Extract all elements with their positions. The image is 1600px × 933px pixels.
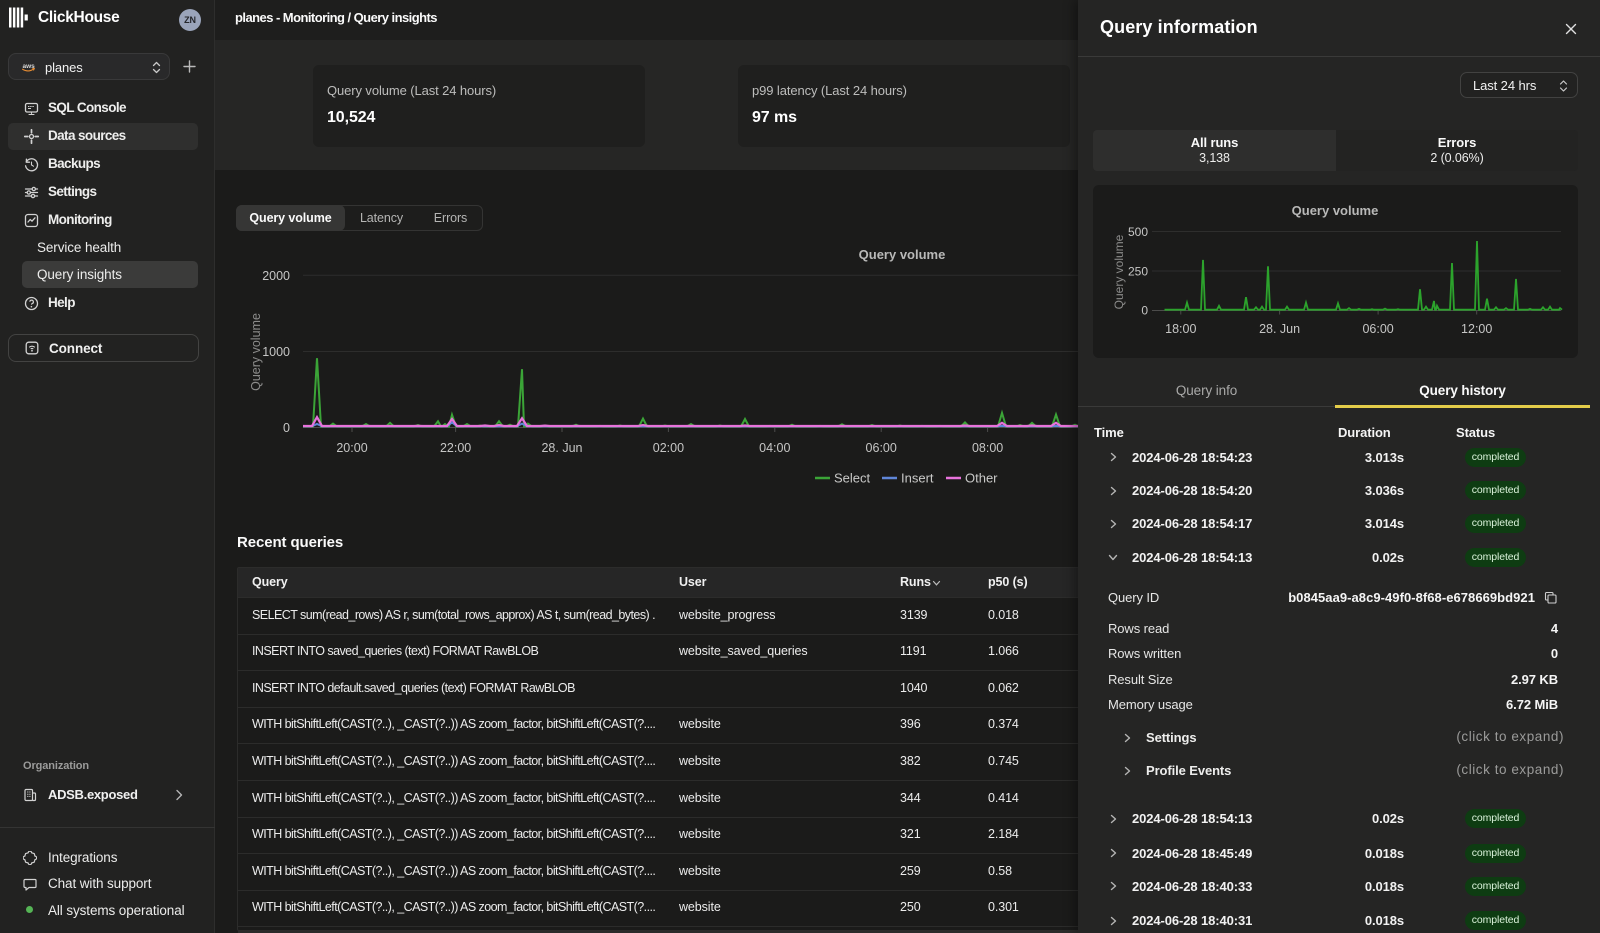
svg-text:06:00: 06:00	[866, 441, 897, 455]
svg-text:0: 0	[283, 421, 290, 435]
svg-text:Query volume: Query volume	[249, 313, 263, 391]
svg-text:08:00: 08:00	[972, 441, 1003, 455]
svg-text:18:00: 18:00	[1165, 322, 1196, 336]
svg-text:Query volume: Query volume	[1112, 234, 1126, 309]
svg-text:Query volume: Query volume	[1292, 203, 1379, 218]
svg-text:22:00: 22:00	[440, 441, 471, 455]
svg-text:28. Jun: 28. Jun	[1259, 322, 1300, 336]
svg-text:500: 500	[1128, 225, 1148, 239]
svg-text:20:00: 20:00	[336, 441, 367, 455]
svg-text:Select: Select	[834, 471, 871, 486]
svg-text:06:00: 06:00	[1362, 322, 1393, 336]
svg-text:250: 250	[1128, 265, 1148, 279]
svg-text:Insert: Insert	[901, 471, 934, 486]
svg-text:0: 0	[1141, 304, 1148, 318]
svg-text:12:00: 12:00	[1461, 322, 1492, 336]
svg-text:Query volume: Query volume	[859, 247, 946, 262]
svg-text:02:00: 02:00	[653, 441, 684, 455]
svg-text:2000: 2000	[262, 269, 290, 283]
svg-text:Other: Other	[965, 471, 998, 486]
svg-text:04:00: 04:00	[759, 441, 790, 455]
svg-text:28. Jun: 28. Jun	[541, 441, 582, 455]
svg-text:1000: 1000	[262, 345, 290, 359]
